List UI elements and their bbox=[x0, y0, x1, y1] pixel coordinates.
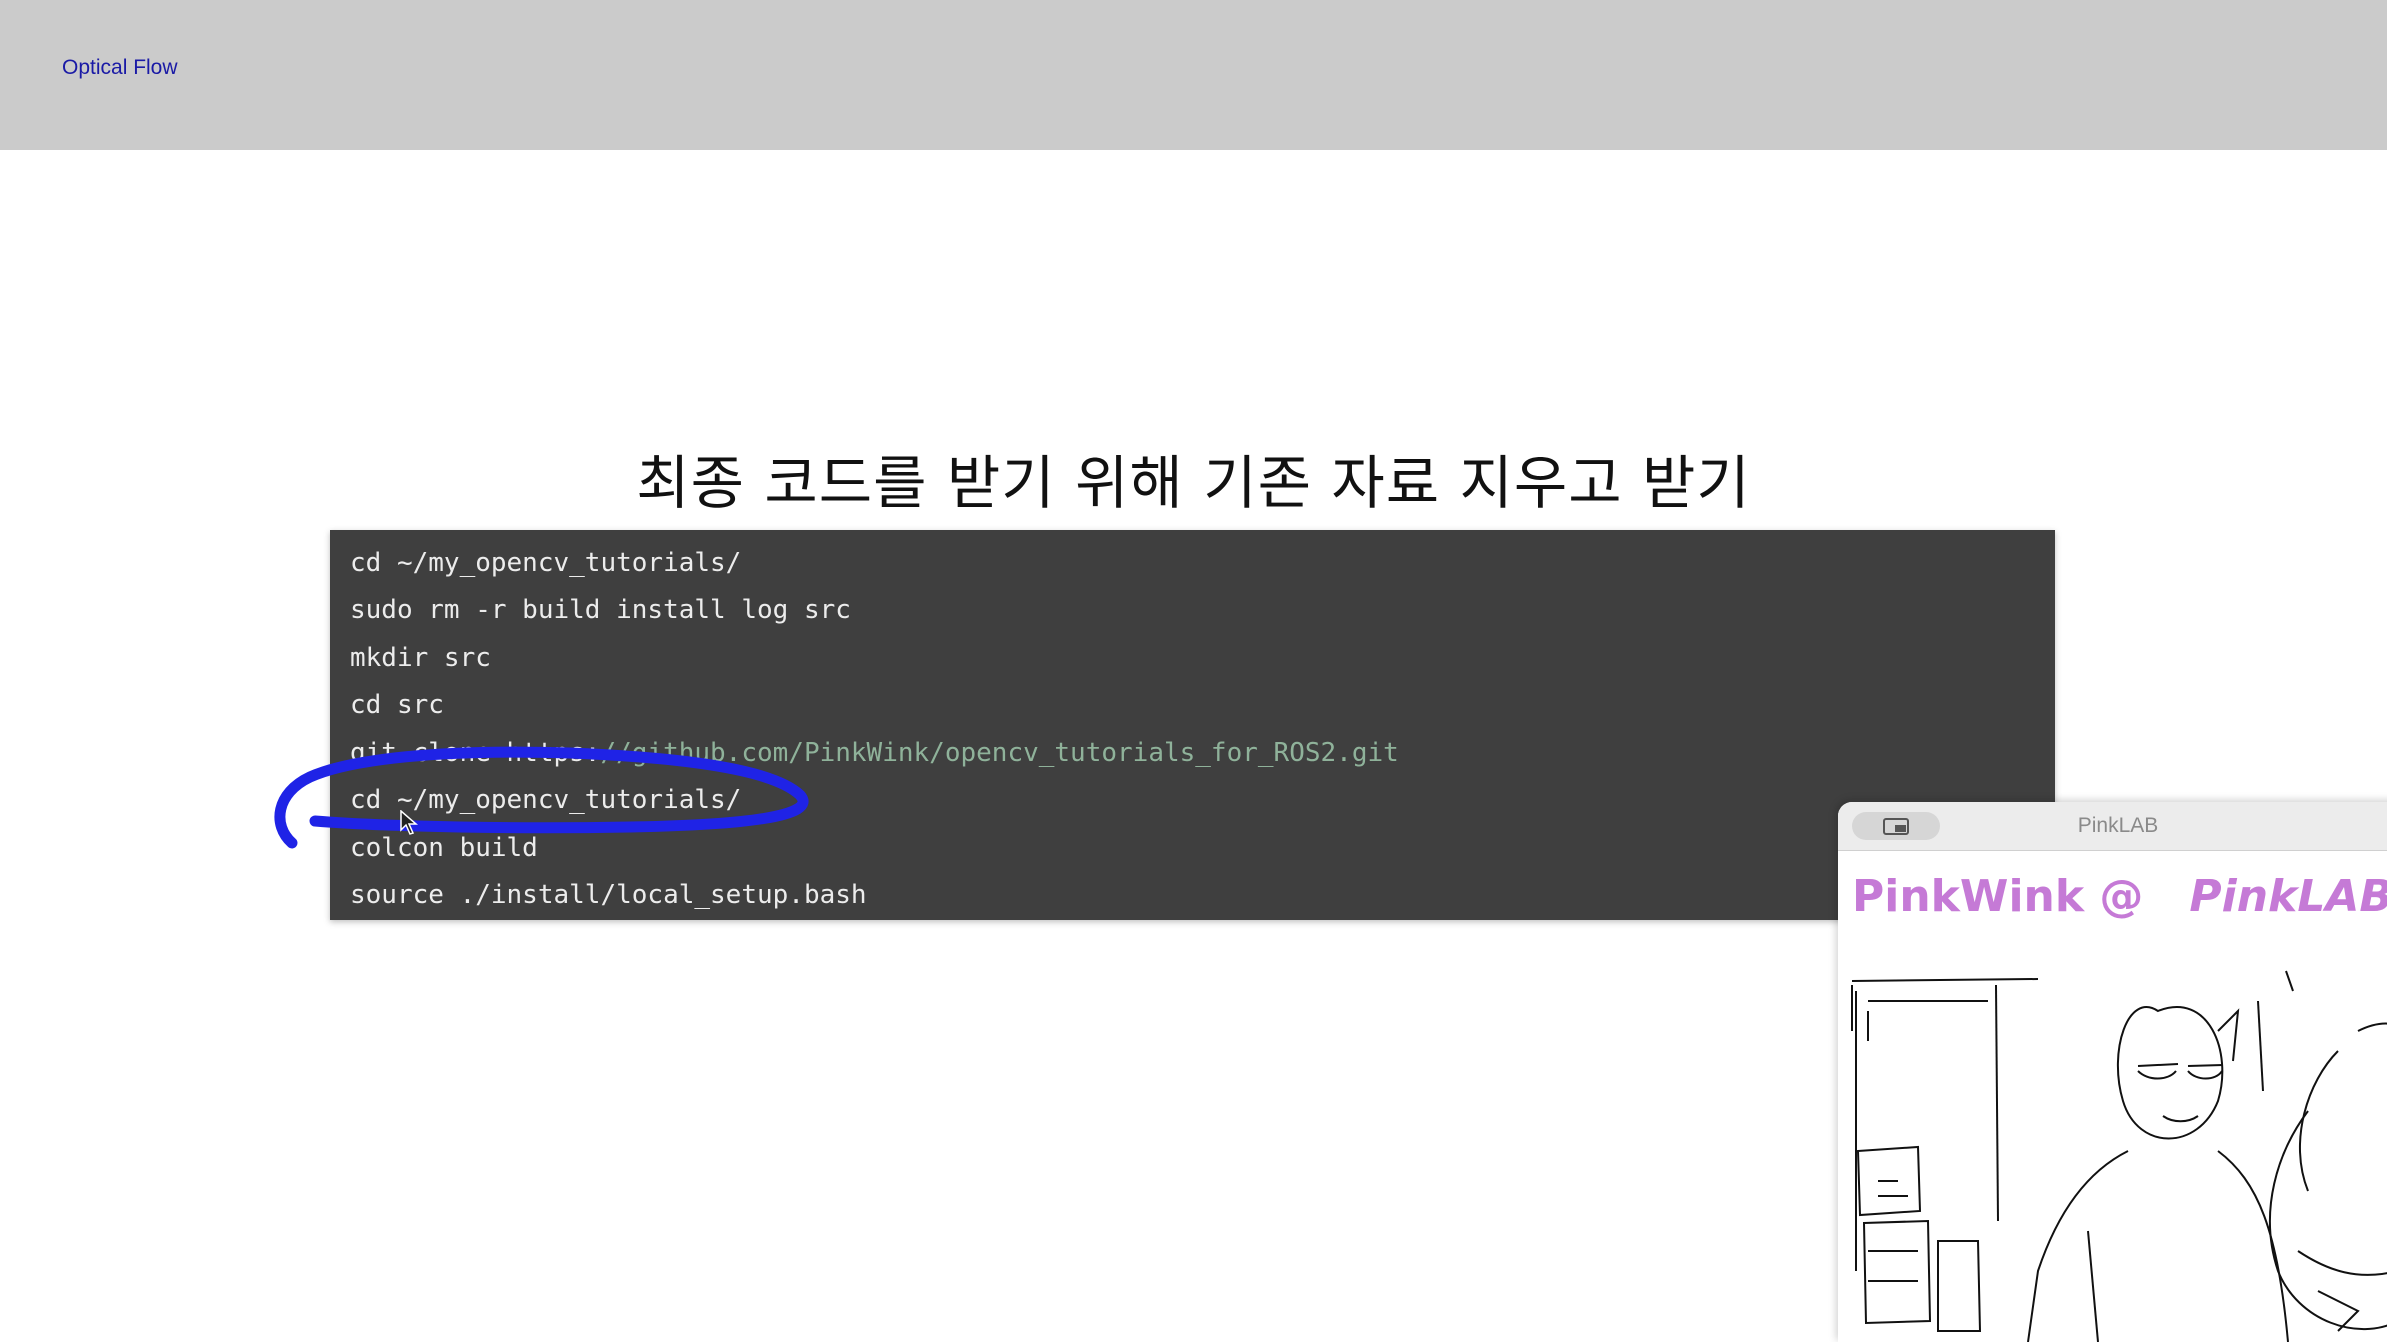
edge-detection-image bbox=[1851, 970, 2387, 1342]
mouse-cursor-icon bbox=[400, 810, 418, 835]
code-line: colcon build bbox=[350, 833, 538, 863]
presentation-title: Optical Flow bbox=[62, 56, 178, 79]
git-clone-command: git clone https: bbox=[350, 738, 601, 768]
webcam-feed: PinkWink @ PinkLAB bbox=[1838, 851, 2387, 1342]
code-line-git-clone: git clone https://github.com/PinkWink/op… bbox=[350, 730, 1399, 778]
slide-title: 최종 코드를 받기 위해 기존 자료 지우고 받기 bbox=[636, 449, 1751, 517]
pip-video-window[interactable]: PinkLAB PinkWink @ PinkLAB bbox=[1838, 802, 2387, 1342]
top-bar: Optical Flow bbox=[0, 0, 2387, 150]
repo-url: //github.com/PinkWink/opencv_tutorials_f… bbox=[600, 738, 1399, 768]
pip-titlebar[interactable]: PinkLAB bbox=[1838, 802, 2387, 851]
code-line: cd ~/my_opencv_tutorials/ bbox=[350, 548, 742, 578]
code-block: cd ~/my_opencv_tutorials/ sudo rm -r bui… bbox=[330, 530, 2055, 920]
code-line: sudo rm -r build install log src bbox=[350, 595, 851, 625]
code-line: source ./install/local_setup.bash bbox=[350, 880, 867, 910]
code-line: cd src bbox=[350, 690, 444, 720]
code-line: mkdir src bbox=[350, 643, 491, 673]
pip-window-title: PinkLAB bbox=[2077, 814, 2159, 837]
